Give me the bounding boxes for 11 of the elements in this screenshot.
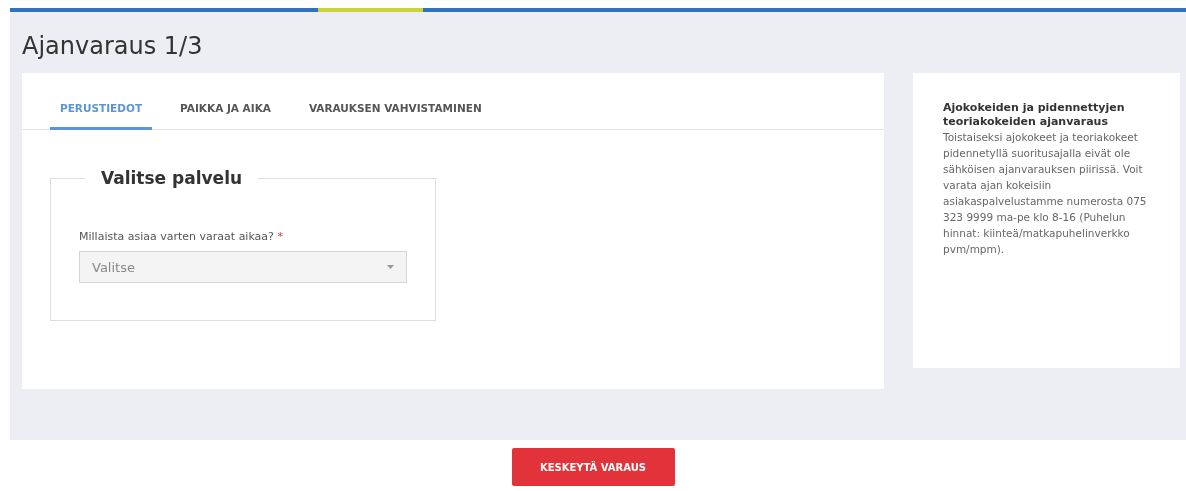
select-field[interactable]: Valitse — [79, 251, 407, 284]
tab[interactable]: VARAUKSEN VAHVISTAMINEN — [298, 72, 492, 130]
info-heading: Ajokokeiden ja pidennettyjen teoriakokeiden ajanvaraus — [943, 100, 1126, 129]
field-label: Millaista asiaa varten varaat aikaa? * — [79, 228, 284, 245]
tab[interactable]: PERUSTIEDOT — [50, 72, 153, 130]
caret-icon — [387, 265, 394, 270]
info-text: Toistaiseksi ajokokeet ja teoriakokeet pidennetyllä suoritusajalla eivät ole sähköisen ajanvarauksen piirissä. Voit varata ajan kokeisiin asiakaspalvelustamme numerosta 075 323 9999 ma-pe klo 8-16 (Puhelun hinnat: kiinteä/matkapuhelinverkko pvm/mpm). — [943, 129, 1148, 257]
required-mark: * — [277, 229, 283, 243]
cancel-button[interactable]: KESKEYTÄ VARAUS — [511, 448, 675, 486]
page-title: Ajanvaraus 1/3 — [22, 32, 204, 61]
tab[interactable]: PAIKKA JA AIKA — [170, 72, 281, 130]
